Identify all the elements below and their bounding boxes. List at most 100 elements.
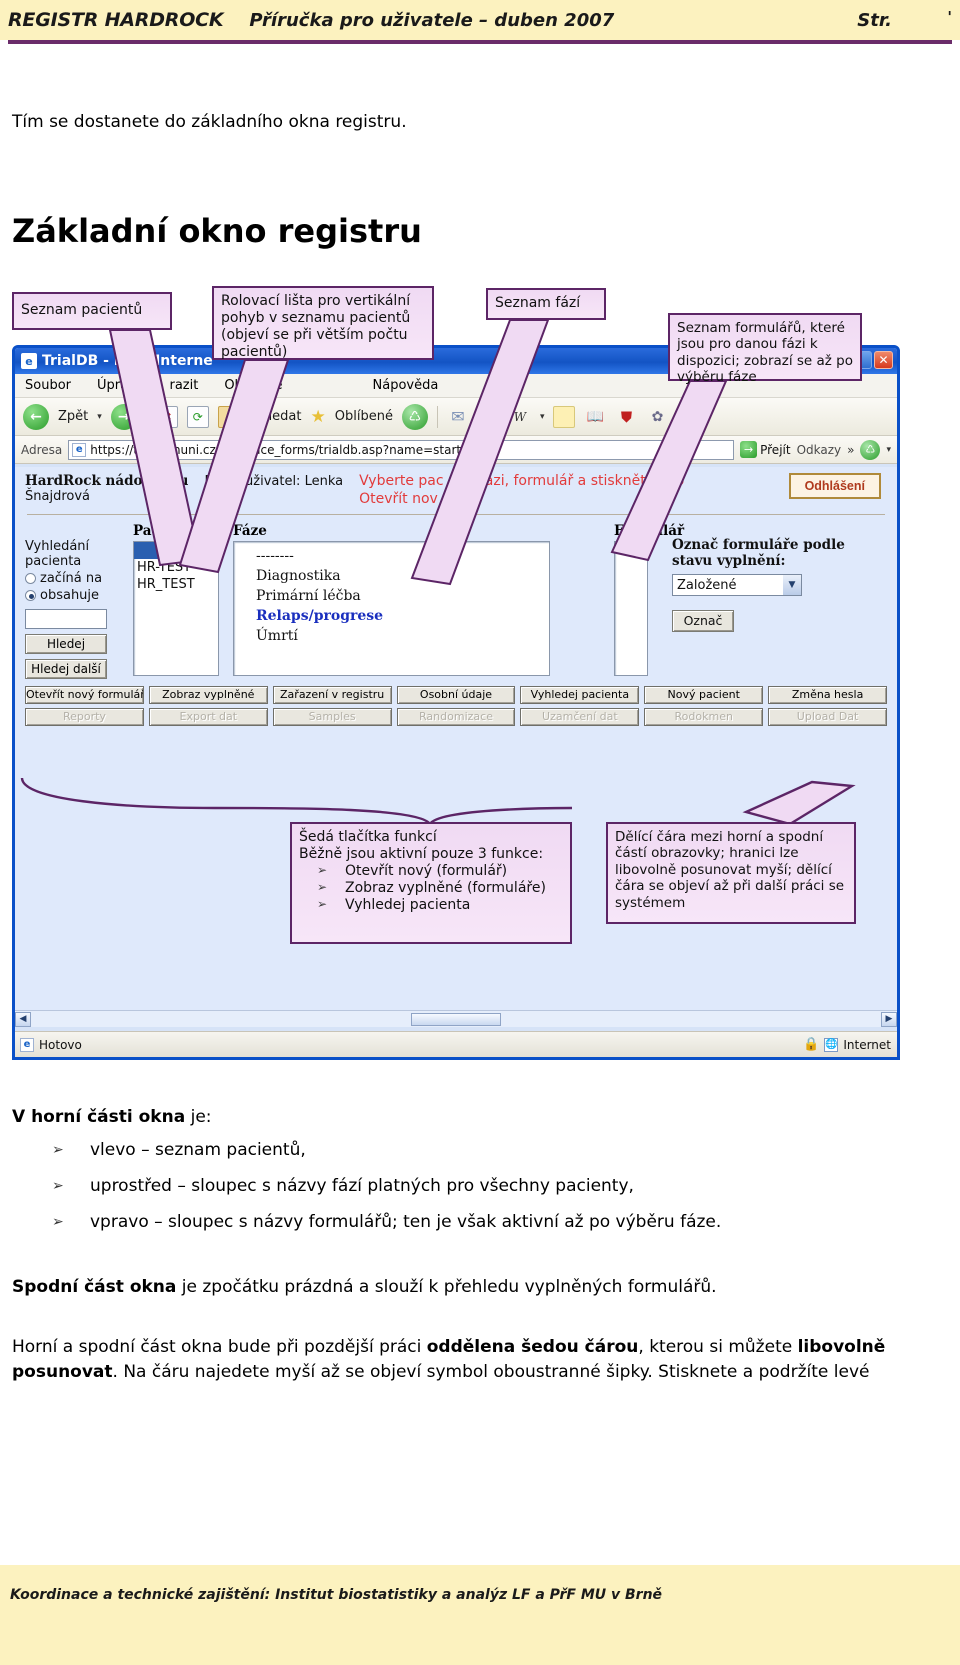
- scroll-left-arrow-icon[interactable]: ◀: [15, 1011, 31, 1027]
- media-icon[interactable]: ♺: [401, 403, 428, 430]
- radio-contains-icon[interactable]: [25, 590, 36, 601]
- scroll-right-arrow-icon[interactable]: ▶: [881, 1011, 897, 1027]
- back-dropdown-caret-icon[interactable]: ▾: [97, 412, 102, 422]
- menu-item-oblibene[interactable]: Oblíbené: [224, 378, 282, 393]
- favorites-button-label[interactable]: Oblíbené: [335, 409, 393, 424]
- star-icon[interactable]: ★: [311, 407, 326, 427]
- button-find-patient[interactable]: Vyhledej pacienta: [520, 686, 640, 704]
- links-label[interactable]: Odkazy: [797, 443, 842, 457]
- app-header: HardRock nádory rku Šnajdrová Přihlá uži…: [15, 467, 897, 510]
- chevron-double-right-icon[interactable]: »: [847, 443, 854, 457]
- forward-arrow-icon[interactable]: →: [110, 403, 137, 430]
- overflow-caret-icon[interactable]: ▾: [886, 445, 891, 455]
- stop-icon[interactable]: ✖: [155, 405, 178, 428]
- print-icon[interactable]: 🖶: [478, 404, 500, 428]
- app-login-label: Přihlá uživatel: Lenka: [204, 474, 344, 489]
- mark-button[interactable]: Označ: [672, 610, 734, 632]
- edit-dropdown-caret-icon[interactable]: ▾: [540, 412, 545, 422]
- note-icon[interactable]: [553, 405, 576, 428]
- radio-contains[interactable]: obsahuje: [25, 588, 133, 603]
- globe-icon: 🌐: [824, 1037, 839, 1052]
- search-next-button[interactable]: Hledej další: [25, 659, 107, 679]
- radio-starts-with-icon[interactable]: [25, 573, 36, 584]
- menu-item-zobrazit[interactable]: razit: [169, 378, 198, 393]
- menu-item-napoveda[interactable]: Nápověda: [373, 378, 439, 393]
- callout-phases-list-text: Seznam fází: [495, 295, 581, 312]
- form-status-select[interactable]: Založené ▼: [672, 574, 802, 596]
- selection-columns: Vyhledání pacienta začíná na obsahuje Hl…: [15, 515, 897, 679]
- radio-starts-with[interactable]: začíná na: [25, 571, 133, 586]
- button-change-password[interactable]: Změna hesla: [768, 686, 888, 704]
- status-page-icon: e: [20, 1037, 34, 1052]
- button-open-new-form[interactable]: Otevřít nový formulář: [25, 686, 144, 704]
- patient-item-selected[interactable]: [134, 542, 218, 559]
- horizontal-scrollbar[interactable]: ◀ ▶: [15, 1010, 897, 1027]
- patient-column: Pacient/ID HR-TEST HR_TEST: [133, 523, 219, 679]
- phase-item[interactable]: Primární léčba: [256, 586, 549, 606]
- button-registry-enrollment[interactable]: Zařazení v registru: [272, 686, 392, 704]
- divider-paragraph-b1: oddělena šedou čárou: [426, 1337, 639, 1357]
- extra-tool-icon[interactable]: ✿: [646, 406, 668, 428]
- function-buttons-row-disabled: Reporty Export dat Samples Randomizace U…: [15, 708, 897, 726]
- phase-item-highlighted[interactable]: Relaps/progrese: [256, 606, 549, 626]
- callout-divider-note-text: Dělící čára mezi horní a spodní částí ob…: [615, 829, 845, 911]
- header-page-label: Str.: [857, 10, 892, 31]
- back-button-label[interactable]: Zpět: [58, 409, 88, 424]
- search-panel-title-line1: Vyhledání: [25, 539, 90, 554]
- go-label: Přejít: [760, 442, 791, 457]
- ie-logo-icon: e: [21, 353, 37, 369]
- toolbar-separator: [145, 405, 147, 428]
- search-button[interactable]: Hledej: [25, 634, 107, 654]
- close-button[interactable]: ✕: [874, 351, 893, 369]
- button-show-filled[interactable]: Zobraz vyplněné: [148, 686, 268, 704]
- phase-listbox[interactable]: -------- Diagnostika Primární léčba Rela…: [233, 541, 550, 676]
- go-button[interactable]: → Přejít: [740, 441, 791, 458]
- callout-patients-list-text: Seznam pacientů: [21, 302, 143, 319]
- menu-item-upravy[interactable]: Úpravy: [97, 378, 143, 393]
- patient-search-input[interactable]: [25, 609, 107, 629]
- callout-grey-buttons-item: Zobraz vyplněné (formuláře): [299, 880, 563, 897]
- form-column: Formulář: [614, 523, 684, 679]
- menu-item-soubor[interactable]: Soubor: [25, 378, 71, 393]
- messenger-icon[interactable]: ⛊: [615, 406, 637, 428]
- page-title: Základní okno registru: [12, 212, 422, 250]
- phase-item[interactable]: Úmrtí: [256, 626, 549, 646]
- after-lead-paragraph: V horní části okna je:: [12, 1105, 212, 1130]
- chevron-down-icon[interactable]: ▼: [783, 575, 801, 595]
- refresh-icon[interactable]: ⟳: [186, 405, 209, 428]
- patient-item[interactable]: HR-TEST: [134, 559, 218, 576]
- mark-forms-label-line1: Označ formuláře podle: [672, 537, 845, 553]
- button-personal-data[interactable]: Osobní údaje: [396, 686, 516, 704]
- button-new-patient[interactable]: Nový pacient: [644, 686, 764, 704]
- address-input[interactable]: e https://tri ba.muni.cz/tri erface_form…: [68, 439, 735, 460]
- mail-icon[interactable]: ✉: [447, 406, 469, 428]
- button-samples: Samples: [272, 708, 392, 726]
- back-arrow-icon[interactable]: ←: [23, 403, 49, 430]
- form-listbox[interactable]: [614, 541, 648, 676]
- status-zone-area: 🔒 🌐 Internet: [803, 1037, 897, 1052]
- address-bar[interactable]: Adresa e https://tri ba.muni.cz/tri erfa…: [15, 436, 897, 464]
- patient-listbox[interactable]: HR-TEST HR_TEST: [133, 541, 219, 676]
- button-export-data: Export dat: [148, 708, 268, 726]
- phase-item[interactable]: Diagnostika: [256, 566, 549, 586]
- phase-item[interactable]: --------: [256, 546, 549, 566]
- app-instruction-line2: Otevřít nov: [359, 490, 438, 507]
- browser-toolbar[interactable]: ← Zpět ▾ → ✖ ⟳ ⌂ Hledat ★ Oblíbené ♺ ✉ 🖶…: [15, 398, 897, 436]
- list-item: ➢ vlevo – seznam pacientů,: [52, 1140, 932, 1160]
- search-button-label[interactable]: Hledat: [259, 409, 302, 424]
- home-icon[interactable]: ⌂: [217, 405, 240, 428]
- search-panel-title-line2: pacienta: [25, 554, 82, 569]
- toolbar-separator-3: [436, 405, 438, 428]
- toolbar-overflow-icon[interactable]: ♺: [860, 439, 881, 460]
- patient-search-panel: Vyhledání pacienta začíná na obsahuje Hl…: [25, 523, 133, 679]
- go-arrow-icon: →: [740, 441, 758, 458]
- word-edit-icon[interactable]: W: [509, 406, 531, 428]
- page-footer: Koordinace a technické zajištění: Instit…: [0, 1565, 960, 1665]
- header-title-left: REGISTR HARDROCK: [8, 9, 224, 31]
- patient-item[interactable]: HR_TEST: [134, 576, 218, 593]
- research-icon[interactable]: 📖: [584, 406, 606, 428]
- page-running-header: REGISTR HARDROCK Příručka pro uživatele …: [0, 0, 960, 40]
- button-randomization: Randomizace: [396, 708, 516, 726]
- logout-button[interactable]: Odhlášení: [788, 473, 881, 499]
- scrollbar-thumb[interactable]: [411, 1012, 501, 1026]
